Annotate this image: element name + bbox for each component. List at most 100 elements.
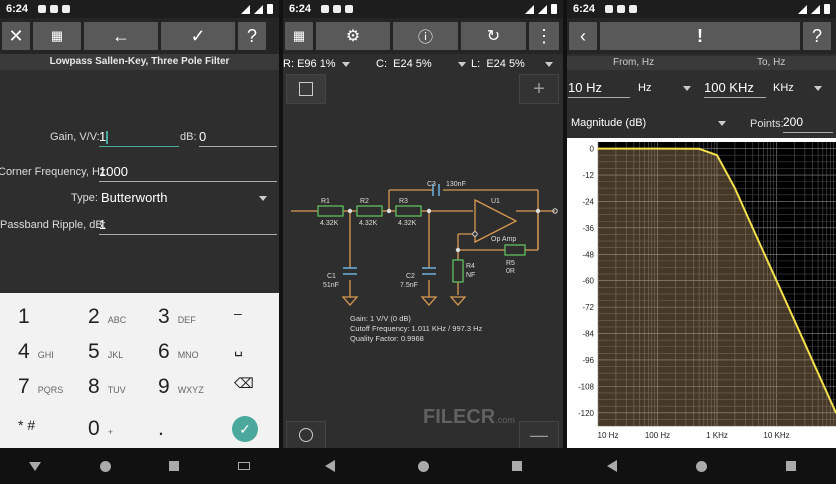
- from-unit: Hz: [638, 82, 652, 94]
- close-button[interactable]: ✕: [2, 22, 30, 50]
- back-icon[interactable]: [606, 460, 617, 472]
- exclamation-icon: !: [697, 25, 703, 46]
- key-7[interactable]: ␣: [234, 340, 243, 357]
- help-icon: ?: [246, 25, 257, 46]
- inductor-series-select[interactable]: L: E24 5%: [471, 58, 553, 70]
- wifi-icon: [538, 4, 547, 14]
- key-3[interactable]: –: [234, 305, 242, 321]
- plot-mode-select[interactable]: Magnitude (dB): [571, 117, 727, 129]
- gain-input[interactable]: 1: [99, 129, 179, 147]
- magnitude-chart: 0 -12 -24 -36 -48 -60 -72 -84 -96 -108 -120 10 Hz 1…: [567, 138, 836, 448]
- keyboard-icon[interactable]: [237, 462, 250, 470]
- key-14[interactable]: .: [158, 417, 164, 441]
- type-label: Type:: [71, 192, 98, 204]
- nav-bar: [0, 448, 279, 484]
- c1-label: C1: [327, 273, 336, 280]
- corner-frequency-input[interactable]: 1000: [99, 164, 277, 182]
- help-button[interactable]: ?: [803, 22, 831, 50]
- status-time: 6:24: [6, 3, 29, 15]
- key-12[interactable]: * #: [18, 417, 35, 433]
- more-icon: ⋮: [535, 25, 553, 46]
- refresh-button[interactable]: ↻: [461, 22, 526, 50]
- gain-result: Gain: 1 V/V (0 dB): [350, 314, 411, 323]
- home-icon[interactable]: [695, 460, 707, 472]
- zoom-out-button[interactable]: —: [519, 421, 559, 449]
- close-icon: ✕: [8, 25, 24, 46]
- key-13[interactable]: 0 +: [88, 417, 113, 441]
- dropdown-arrow-icon: [259, 196, 267, 201]
- passband-ripple-input[interactable]: 1: [99, 217, 277, 235]
- status-bar: 6:24: [0, 0, 279, 18]
- back-icon[interactable]: [324, 460, 335, 472]
- dropdown-arrow-icon: [457, 61, 466, 67]
- watermark-text: FILECR: [423, 406, 496, 428]
- data-point: [698, 148, 700, 150]
- to-input[interactable]: 100 KHz: [704, 80, 766, 98]
- key-11[interactable]: ⌫: [234, 375, 254, 392]
- home-icon[interactable]: [417, 460, 429, 472]
- key-4[interactable]: 4 GHI: [18, 340, 54, 364]
- info-button[interactable]: ⓘ: [393, 22, 458, 50]
- confirm-button[interactable]: ✓: [161, 22, 235, 50]
- points-input[interactable]: 200: [783, 115, 833, 133]
- grid-button[interactable]: ▦: [285, 22, 313, 50]
- key-8[interactable]: 7 PQRS: [18, 375, 63, 399]
- to-unit-select[interactable]: KHz: [773, 82, 822, 94]
- key-letters: ABC: [107, 315, 127, 325]
- key-5[interactable]: 5 JKL: [88, 340, 123, 364]
- recents-icon[interactable]: [511, 461, 522, 471]
- notif-icon: [321, 5, 330, 13]
- recents-icon[interactable]: [169, 461, 180, 471]
- data-point: [656, 147, 659, 150]
- node-tool-button[interactable]: [286, 421, 326, 449]
- refresh-icon: ↻: [486, 28, 501, 45]
- dropdown-arrow-icon: [544, 61, 553, 67]
- grid-button[interactable]: ▦: [33, 22, 81, 50]
- check-icon: ✓: [190, 25, 206, 46]
- hide-keyboard-icon[interactable]: [29, 461, 42, 471]
- done-key[interactable]: ✓: [232, 416, 258, 442]
- key-9[interactable]: 8 TUV: [88, 375, 126, 399]
- quality-result: Quality Factor: 0.9968: [350, 334, 424, 343]
- key-0[interactable]: 1: [18, 305, 30, 329]
- recents-icon[interactable]: [786, 461, 797, 471]
- notif-icon: [62, 5, 71, 13]
- watermark-sub: .com: [495, 415, 515, 425]
- key-10[interactable]: 9 WXYZ: [158, 375, 204, 399]
- data-point: [716, 154, 718, 157]
- zoom-in-button[interactable]: +: [519, 74, 559, 104]
- db-input[interactable]: 0: [199, 129, 277, 147]
- home-icon[interactable]: [99, 460, 111, 472]
- resistor-series-select[interactable]: R: E96 1%: [283, 58, 350, 70]
- warning-button[interactable]: !: [600, 22, 800, 50]
- y-tick-label: -120: [578, 409, 595, 418]
- dropdown-arrow-icon: [341, 61, 350, 67]
- passband-ripple-label: Passband Ripple, dB:: [0, 219, 106, 231]
- r3-label: R3: [399, 198, 408, 205]
- key-letters: DEF: [177, 315, 196, 325]
- key-2[interactable]: 3 DEF: [158, 305, 196, 329]
- r1-label: R1: [321, 198, 330, 205]
- select-tool-button[interactable]: [286, 74, 326, 104]
- key-digit: ⌫: [234, 375, 254, 391]
- y-tick-label: -36: [582, 224, 594, 233]
- key-6[interactable]: 6 MNO: [158, 340, 199, 364]
- from-unit-select[interactable]: Hz: [638, 82, 692, 94]
- from-input[interactable]: 10 Hz: [568, 80, 630, 98]
- data-point: [734, 187, 736, 190]
- back-button[interactable]: ‹: [569, 22, 597, 50]
- settings-button[interactable]: ⚙: [316, 22, 390, 50]
- key-digit: .: [158, 417, 164, 440]
- capacitor-series-select[interactable]: C: E24 5%: [376, 58, 466, 70]
- status-time: 6:24: [289, 3, 312, 15]
- help-button[interactable]: ?: [238, 22, 266, 50]
- chevron-left-icon: ‹: [580, 25, 586, 46]
- plot-mode-value: Magnitude (dB): [571, 117, 647, 129]
- key-1[interactable]: 2 ABC: [88, 305, 126, 329]
- more-button[interactable]: ⋮: [529, 22, 559, 50]
- type-select[interactable]: Butterworth: [101, 190, 271, 208]
- key-digit: 1: [18, 305, 30, 328]
- range-header: From, Hz To, Hz: [567, 56, 836, 70]
- back-button[interactable]: ←: [84, 22, 158, 50]
- gain-label: Gain, V/V:: [50, 131, 100, 143]
